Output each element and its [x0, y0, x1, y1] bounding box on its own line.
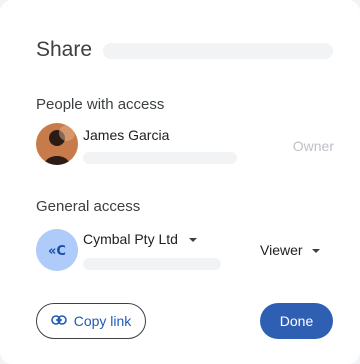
link-icon — [50, 312, 67, 330]
org-description-placeholder-bar — [83, 258, 221, 270]
person-name: James Garcia — [83, 127, 170, 143]
person-email-placeholder-bar — [83, 152, 237, 164]
caret-down-icon — [311, 249, 320, 253]
general-access-label: General access — [36, 198, 141, 215]
general-access-org-dropdown[interactable]: Cymbal Pty Ltd — [83, 231, 197, 248]
person-role-label: Owner — [292, 138, 334, 154]
share-dialog: Share People with access James Garcia Ow… — [0, 0, 360, 364]
dialog-title: Share — [36, 38, 93, 61]
title-placeholder-bar — [103, 43, 333, 59]
copy-link-label: Copy link — [73, 313, 132, 329]
access-role-label: Viewer — [260, 242, 303, 258]
access-role-dropdown[interactable]: Viewer — [260, 242, 320, 259]
copy-link-button[interactable]: Copy link — [36, 303, 146, 339]
general-access-org-label: Cymbal Pty Ltd — [83, 231, 178, 247]
done-button[interactable]: Done — [260, 303, 333, 339]
organization-icon: «C — [36, 229, 78, 271]
people-with-access-label: People with access — [36, 96, 165, 113]
caret-down-icon — [188, 238, 197, 242]
svg-text:«C: «C — [48, 244, 66, 259]
person-avatar-icon — [36, 123, 78, 165]
